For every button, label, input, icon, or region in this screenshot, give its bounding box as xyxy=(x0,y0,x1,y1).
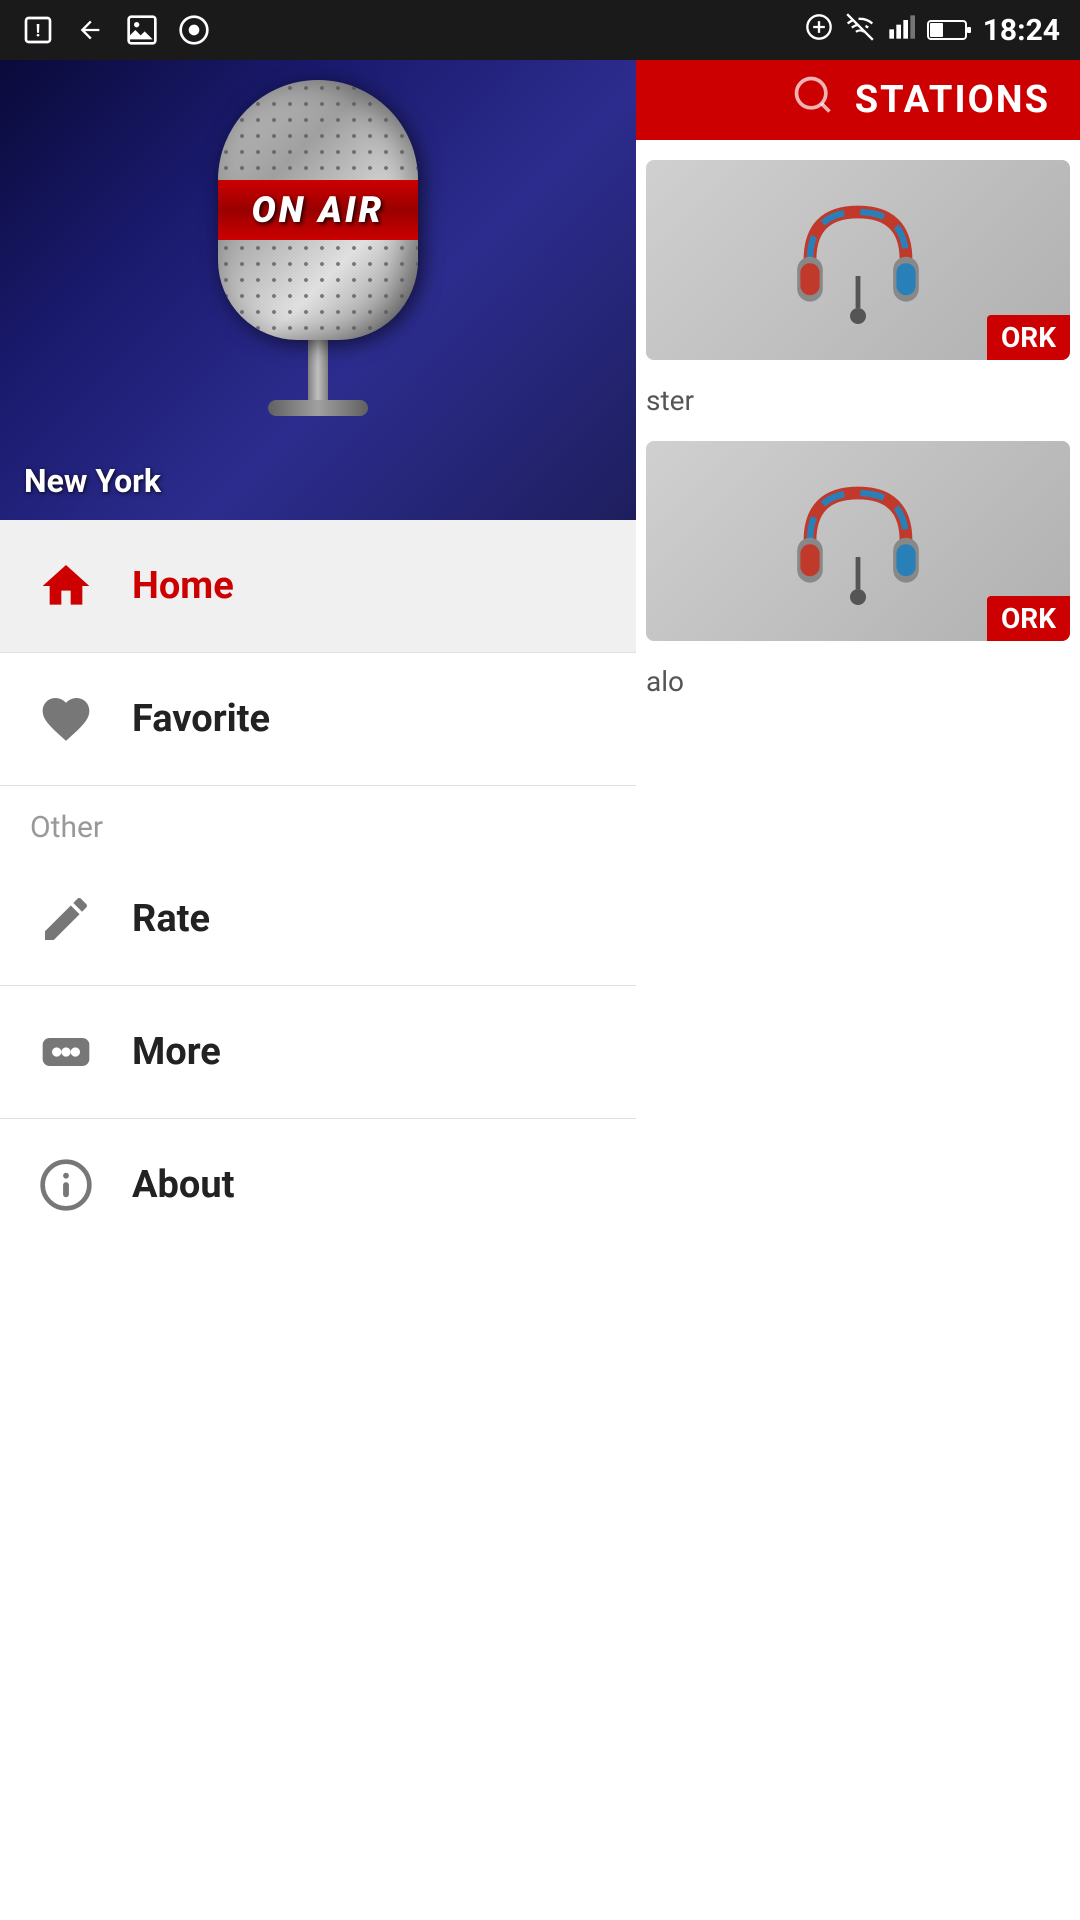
station-label-1: ORK xyxy=(987,315,1070,360)
right-panel-header: STATIONS xyxy=(636,60,1080,140)
menu-label-about: About xyxy=(132,1163,235,1207)
station-label-2: ORK xyxy=(987,596,1070,641)
back-icon[interactable] xyxy=(72,12,108,48)
hero-location: New York xyxy=(24,462,161,500)
menu-item-rate[interactable]: Rate xyxy=(0,853,636,986)
search-icon[interactable] xyxy=(791,73,835,128)
menu-label-rate: Rate xyxy=(132,897,210,941)
menu-item-favorite[interactable]: Favorite xyxy=(0,653,636,786)
headphone-icon-2 xyxy=(778,461,938,621)
station-card-1[interactable]: ORK xyxy=(646,160,1070,360)
menu-label-more: More xyxy=(132,1030,221,1074)
time-display: 18:24 xyxy=(983,13,1060,48)
menu-container: Home Favorite Other Rate xyxy=(0,520,636,1920)
station-card-2[interactable]: ORK xyxy=(646,441,1070,641)
stations-title: STATIONS xyxy=(855,78,1050,122)
wifi-icon xyxy=(845,13,875,48)
more-icon xyxy=(30,1016,102,1088)
menu-item-home[interactable]: Home xyxy=(0,520,636,653)
navigation-drawer: ON AIR New York Home Favor xyxy=(0,60,636,1920)
svg-text:!: ! xyxy=(36,22,41,42)
menu-item-more[interactable]: More xyxy=(0,986,636,1119)
headphone-icon-1 xyxy=(778,180,938,340)
heart-icon xyxy=(30,683,102,755)
menu-item-about[interactable]: About xyxy=(0,1119,636,1251)
add-icon xyxy=(805,13,833,48)
right-panel: STATIONS ORK ster xyxy=(636,60,1080,1920)
status-bar-right: 18:24 xyxy=(805,13,1060,48)
rate-icon xyxy=(30,883,102,955)
status-bar-left: ! xyxy=(20,12,212,48)
drawer-hero: ON AIR New York xyxy=(0,60,636,520)
section-header-other: Other xyxy=(0,786,636,853)
menu-label-favorite: Favorite xyxy=(132,697,270,741)
battery-icon xyxy=(927,18,971,42)
menu-label-home: Home xyxy=(132,564,234,608)
gallery-icon xyxy=(124,12,160,48)
signal-icon xyxy=(887,13,915,48)
microphone-illustration: ON AIR xyxy=(188,80,448,460)
alert-icon: ! xyxy=(20,12,56,48)
station-subtitle-2: alo xyxy=(636,657,1080,706)
status-bar: ! xyxy=(0,0,1080,60)
home-icon xyxy=(30,550,102,622)
station-subtitle-1: ster xyxy=(636,376,1080,425)
info-icon xyxy=(30,1149,102,1221)
mic-band-text: ON AIR xyxy=(252,189,385,231)
message-icon xyxy=(176,12,212,48)
